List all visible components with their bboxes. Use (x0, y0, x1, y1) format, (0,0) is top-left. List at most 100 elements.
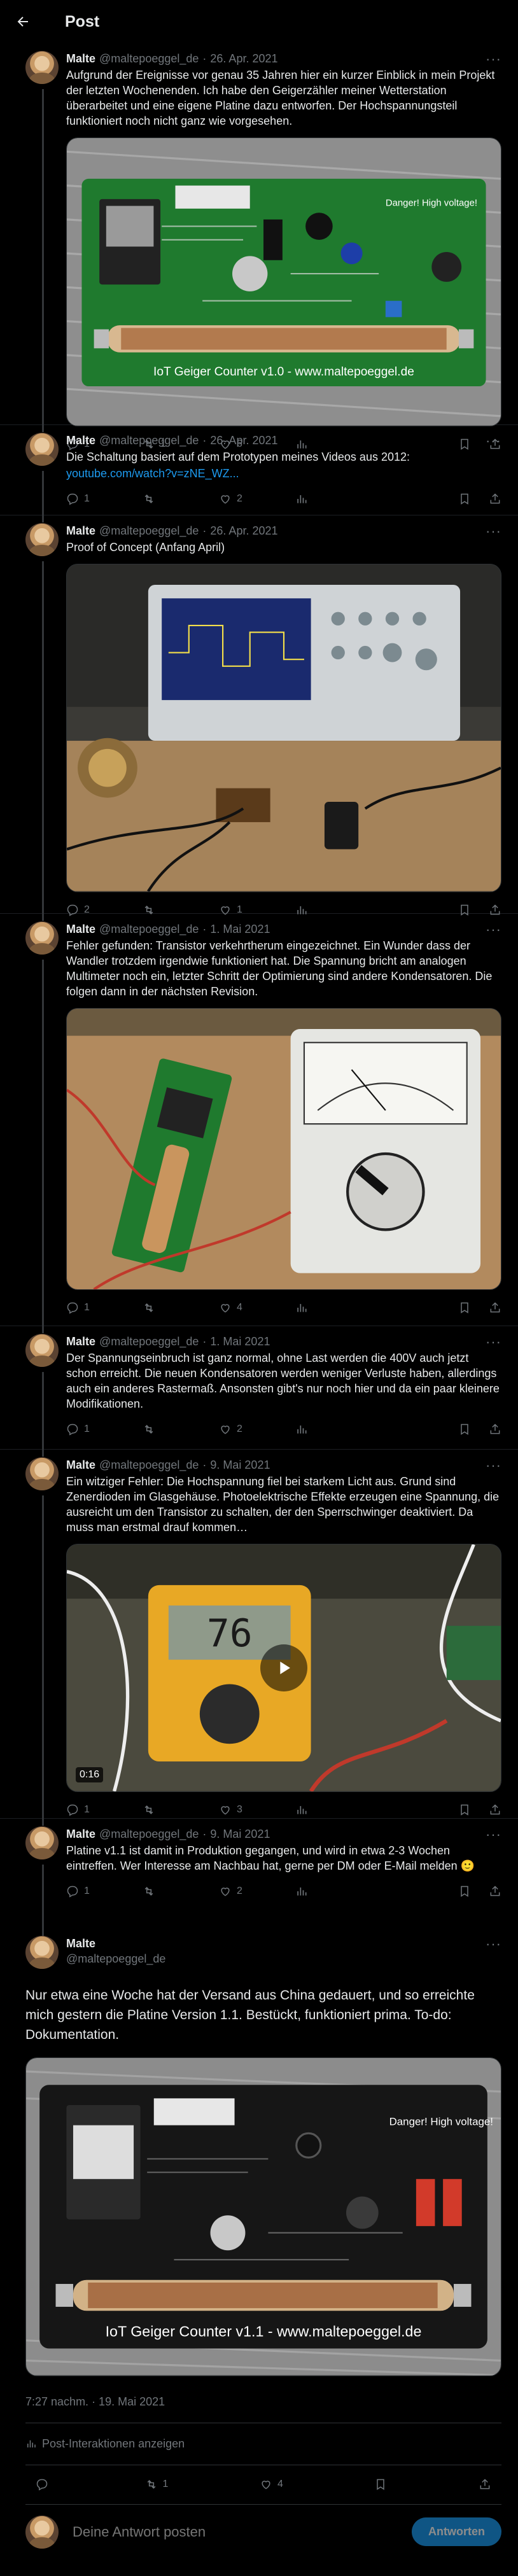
avatar[interactable] (25, 433, 59, 466)
repost-button[interactable] (143, 1423, 219, 1436)
avatar[interactable] (25, 1936, 59, 1969)
repost-button[interactable] (143, 493, 219, 505)
views-button[interactable] (295, 493, 372, 505)
author-handle[interactable]: @maltepoeggel_de (99, 523, 199, 538)
bookmark-icon[interactable] (458, 1803, 471, 1816)
tweet-image[interactable]: Danger! High voltage! IoT Geiger Counter… (66, 137, 501, 426)
bookmark-icon[interactable] (458, 1885, 471, 1898)
tweet-date[interactable]: 1. Mai 2021 (210, 921, 270, 937)
views-button[interactable] (295, 1301, 372, 1314)
repost-button[interactable] (143, 1803, 219, 1816)
heart-icon (221, 1887, 230, 1896)
author-name[interactable]: Malte (66, 1457, 95, 1473)
share-icon[interactable] (489, 1803, 501, 1816)
author-handle[interactable]: @maltepoeggel_de (99, 433, 199, 448)
tweet-date[interactable]: 1. Mai 2021 (210, 1334, 270, 1349)
reply-button[interactable] (36, 2478, 53, 2491)
tweet-date[interactable]: 26. Apr. 2021 (210, 51, 277, 66)
reply-input[interactable] (73, 2523, 398, 2540)
more-options-button[interactable]: ··· (486, 921, 501, 938)
author-name[interactable]: Malte (66, 523, 95, 538)
reply-icon (67, 1302, 78, 1314)
share-icon[interactable] (489, 1423, 501, 1436)
author-handle[interactable]: @maltepoeggel_de (99, 1457, 199, 1473)
reply-button[interactable]: 1 (66, 1423, 143, 1436)
reply-submit-button[interactable]: Antworten (412, 2517, 501, 2547)
more-options-button[interactable]: ··· (486, 1826, 501, 1843)
like-button[interactable]: 4 (260, 2478, 283, 2491)
avatar[interactable] (25, 523, 59, 556)
author-name[interactable]: Malte (66, 51, 95, 66)
tweet-video[interactable]: 76 0:16 (66, 1544, 501, 1792)
thread-tweet-4[interactable]: ··· Malte @maltepoeggel_de · 1. Mai 2021… (0, 914, 518, 1333)
author-name[interactable]: Malte (66, 433, 95, 448)
tweet-image[interactable]: Danger! High voltage! IoT Geiger Counter… (25, 2057, 501, 2376)
like-button[interactable]: 2 (219, 1423, 295, 1436)
thread-tweet-6[interactable]: ··· Malte @maltepoeggel_de · 9. Mai 2021… (0, 1450, 518, 1826)
like-button[interactable]: 4 (219, 1301, 295, 1314)
views-button[interactable] (295, 1885, 372, 1898)
focused-tweet: Malte @maltepoeggel_de ··· Nur etwa eine… (0, 1928, 518, 2505)
back-button[interactable] (10, 9, 36, 34)
more-options-button[interactable]: ··· (486, 523, 501, 540)
share-button[interactable] (479, 2478, 491, 2491)
avatar[interactable] (25, 1457, 59, 1490)
post-interactions-link[interactable]: Post-Interaktionen anzeigen (25, 2423, 501, 2465)
like-button[interactable]: 3 (219, 1803, 295, 1816)
thread-tweet-1[interactable]: ··· Malte @maltepoeggel_de · 26. Apr. 20… (0, 43, 518, 451)
reply-count: 1 (84, 493, 90, 504)
share-icon[interactable] (489, 1301, 501, 1314)
more-options-button[interactable]: ··· (486, 1457, 501, 1474)
share-icon[interactable] (489, 493, 501, 505)
bookmark-icon[interactable] (458, 493, 471, 505)
avatar[interactable] (25, 921, 59, 955)
author-handle[interactable]: @maltepoeggel_de (66, 1951, 501, 1966)
author-handle[interactable]: @maltepoeggel_de (99, 1826, 199, 1842)
more-options-button[interactable]: ··· (486, 1936, 501, 1952)
bookmark-icon[interactable] (458, 1423, 471, 1436)
avatar[interactable] (25, 51, 59, 84)
more-options-button[interactable]: ··· (486, 51, 501, 67)
more-options-button[interactable]: ··· (486, 433, 501, 449)
author-handle[interactable]: @maltepoeggel_de (99, 921, 199, 937)
author-handle[interactable]: @maltepoeggel_de (99, 1334, 199, 1349)
repost-button[interactable] (143, 1301, 219, 1314)
bookmark-icon[interactable] (458, 1301, 471, 1314)
arrow-left-icon (17, 17, 28, 27)
author-name[interactable]: Malte (66, 1936, 501, 1951)
reply-button[interactable]: 1 (66, 1885, 143, 1898)
thread-tweet-3[interactable]: ··· Malte @maltepoeggel_de · 26. Apr. 20… (0, 515, 518, 921)
views-button[interactable] (295, 1803, 372, 1816)
repost-button[interactable] (143, 1885, 219, 1898)
tweet-link[interactable]: youtube.com/watch?v=zNE_WZ... (66, 466, 501, 481)
tweet-timestamp[interactable]: 7:27 nachm. · 19. Mai 2021 (25, 2395, 501, 2423)
tweet-date[interactable]: 9. Mai 2021 (210, 1826, 270, 1842)
tweet-date[interactable]: 26. Apr. 2021 (210, 433, 277, 448)
author-name[interactable]: Malte (66, 921, 95, 937)
focused-tweet-author[interactable]: Malte @maltepoeggel_de ··· (25, 1936, 501, 1974)
bookmark-button[interactable] (374, 2478, 387, 2491)
thread-tweet-7[interactable]: ··· Malte @maltepoeggel_de · 9. Mai 2021… (0, 1819, 518, 1936)
thread-tweet-2[interactable]: ··· Malte @maltepoeggel_de · 26. Apr. 20… (0, 425, 518, 522)
tweet-image[interactable] (66, 564, 501, 892)
tweet-image[interactable] (66, 1008, 501, 1291)
reply-button[interactable]: 1 (66, 1803, 143, 1816)
avatar[interactable] (25, 1826, 59, 1859)
thread-tweet-5[interactable]: ··· Malte @maltepoeggel_de · 1. Mai 2021… (0, 1326, 518, 1457)
tweet-date[interactable]: 26. Apr. 2021 (210, 523, 277, 538)
thread-line (42, 1495, 44, 1826)
author-name[interactable]: Malte (66, 1334, 95, 1349)
more-options-button[interactable]: ··· (486, 1334, 501, 1350)
play-button[interactable] (260, 1644, 307, 1691)
avatar[interactable] (25, 1334, 59, 1367)
like-button[interactable]: 2 (219, 493, 295, 505)
share-icon[interactable] (489, 1885, 501, 1898)
reply-button[interactable]: 1 (66, 493, 143, 505)
reply-button[interactable]: 1 (66, 1301, 143, 1314)
author-handle[interactable]: @maltepoeggel_de (99, 51, 199, 66)
views-button[interactable] (295, 1423, 372, 1436)
tweet-date[interactable]: 9. Mai 2021 (210, 1457, 270, 1473)
author-name[interactable]: Malte (66, 1826, 95, 1842)
repost-button[interactable]: 1 (145, 2478, 168, 2491)
like-button[interactable]: 2 (219, 1885, 295, 1898)
